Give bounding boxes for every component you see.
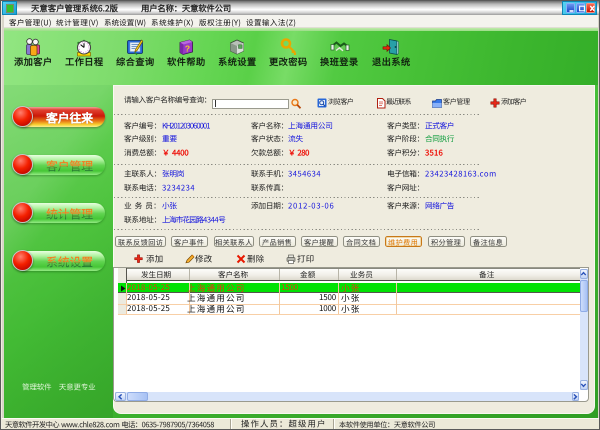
svg-text:?: ? (185, 44, 190, 54)
